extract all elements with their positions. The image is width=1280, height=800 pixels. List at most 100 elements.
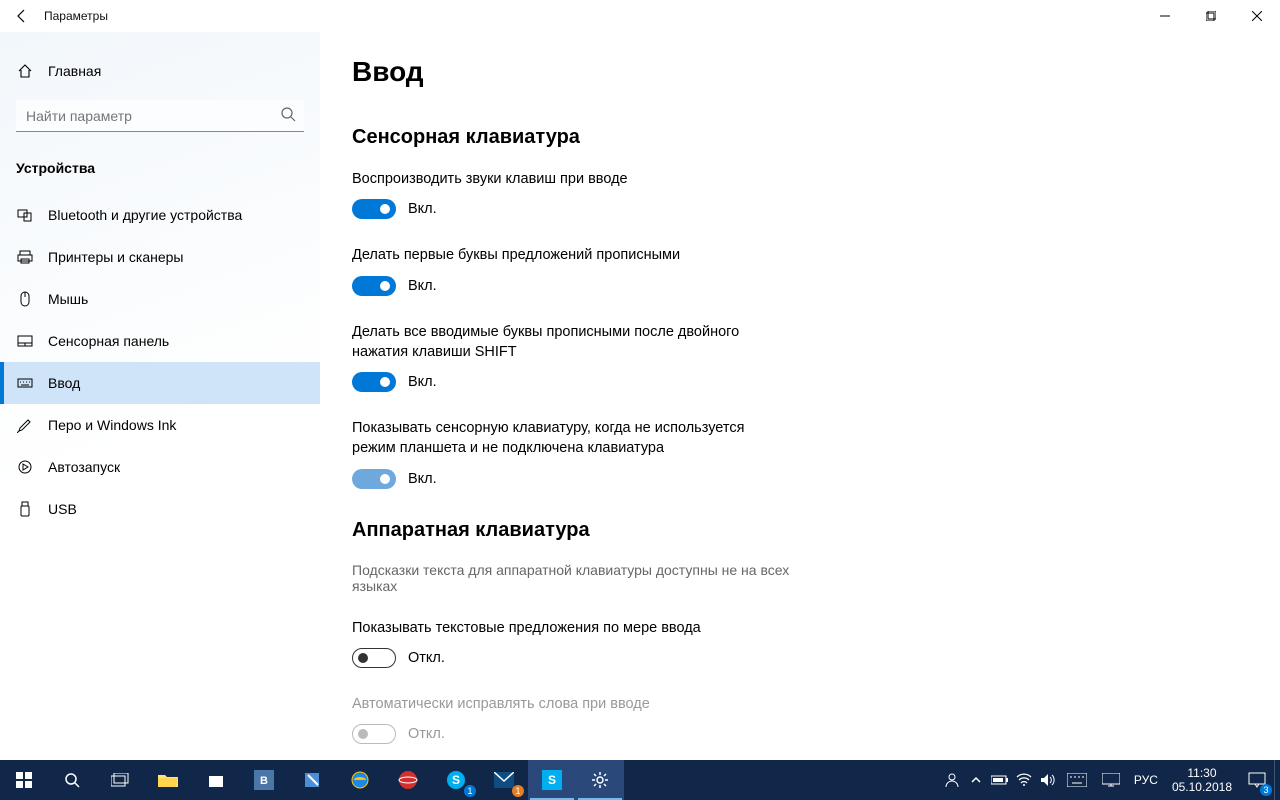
tray-project[interactable] — [1094, 760, 1128, 800]
sidebar-item-mouse[interactable]: Мышь — [0, 278, 320, 320]
skype-icon: S — [542, 770, 562, 790]
tray-touch-keyboard[interactable] — [1060, 760, 1094, 800]
mail-icon — [494, 772, 514, 788]
taskbar-app-store[interactable] — [192, 760, 240, 800]
taskbar-search-button[interactable] — [48, 760, 96, 800]
section-hardware-keyboard-title: Аппаратная клавиатура — [352, 519, 1248, 542]
search-icon — [280, 106, 296, 122]
toggle-state: Вкл. — [408, 374, 437, 390]
sidebar-item-usb[interactable]: USB — [0, 488, 320, 530]
search-input[interactable] — [16, 100, 304, 132]
sidebar-item-label: USB — [48, 501, 304, 517]
toggle-state: Вкл. — [408, 278, 437, 294]
taskbar-app-notes[interactable] — [288, 760, 336, 800]
internet-explorer-icon — [350, 770, 370, 790]
tray-battery[interactable] — [988, 760, 1012, 800]
usb-icon — [16, 500, 34, 518]
sidebar-item-label: Перо и Windows Ink — [48, 417, 304, 433]
volume-icon — [1040, 773, 1056, 787]
home-label: Главная — [48, 63, 101, 79]
tray-language[interactable]: РУС — [1128, 773, 1164, 787]
taskbar-app-settings[interactable] — [576, 760, 624, 800]
keyboard-icon — [1067, 773, 1087, 787]
close-icon — [1252, 11, 1262, 21]
printer-icon — [16, 248, 34, 266]
setting-double-shift-caps: Делать все вводимые буквы прописными пос… — [352, 322, 792, 393]
mail-badge: 1 — [512, 785, 524, 797]
sidebar: Главная Устройства Bluetooth и другие ус… — [0, 32, 320, 760]
svg-text:S: S — [452, 773, 460, 787]
tray-people[interactable] — [940, 760, 964, 800]
sidebar-item-typing[interactable]: Ввод — [0, 362, 320, 404]
taskbar-app-ie[interactable] — [336, 760, 384, 800]
toggle-double-shift-caps[interactable] — [352, 372, 396, 392]
setting-capitalize-sentence: Делать первые буквы предложений прописны… — [352, 245, 792, 295]
svg-text:B: B — [260, 775, 268, 787]
tray-wifi[interactable] — [1012, 760, 1036, 800]
windows-icon — [16, 772, 32, 788]
sidebar-item-touchpad[interactable]: Сенсорная панель — [0, 320, 320, 362]
setting-label: Делать первые буквы предложений прописны… — [352, 245, 792, 265]
sidebar-item-label: Принтеры и сканеры — [48, 249, 304, 265]
tray-action-center[interactable]: 3 — [1240, 760, 1274, 800]
toggle-capitalize-sentence[interactable] — [352, 276, 396, 296]
taskbar-app-explorer[interactable] — [144, 760, 192, 800]
toggle-text-suggestions[interactable] — [352, 648, 396, 668]
setting-text-suggestions: Показывать текстовые предложения по мере… — [352, 618, 792, 668]
toggle-state: Откл. — [408, 650, 445, 666]
gear-icon — [591, 771, 609, 789]
taskbar-app-mail[interactable]: 1 — [480, 760, 528, 800]
project-icon — [1102, 773, 1120, 787]
maximize-icon — [1206, 11, 1216, 21]
start-button[interactable] — [0, 760, 48, 800]
sidebar-item-label: Ввод — [48, 375, 304, 391]
toggle-show-touch-keyboard[interactable] — [352, 469, 396, 489]
setting-label: Делать все вводимые буквы прописными пос… — [352, 322, 792, 363]
section-hardware-hint: Подсказки текста для аппаратной клавиату… — [352, 562, 792, 594]
close-button[interactable] — [1234, 0, 1280, 32]
page-title: Ввод — [352, 56, 1248, 88]
mouse-icon — [16, 290, 34, 308]
taskbar-right: РУС 11:30 05.10.2018 3 — [940, 760, 1280, 800]
task-view-button[interactable] — [96, 760, 144, 800]
devices-icon — [16, 206, 34, 224]
notes-icon — [303, 771, 321, 789]
sidebar-item-printers[interactable]: Принтеры и сканеры — [0, 236, 320, 278]
setting-label: Показывать сенсорную клавиатуру, когда н… — [352, 418, 792, 459]
notification-badge: 3 — [1260, 784, 1272, 796]
sidebar-item-label: Bluetooth и другие устройства — [48, 207, 304, 223]
back-button[interactable] — [8, 0, 36, 32]
maximize-button[interactable] — [1188, 0, 1234, 32]
wifi-icon — [1016, 773, 1032, 787]
tray-volume[interactable] — [1036, 760, 1060, 800]
show-desktop-button[interactable] — [1274, 760, 1280, 800]
home-nav[interactable]: Главная — [0, 52, 320, 90]
minimize-button[interactable] — [1142, 0, 1188, 32]
autoplay-icon — [16, 458, 34, 476]
toggle-state: Вкл. — [408, 201, 437, 217]
svg-text:S: S — [548, 773, 556, 787]
sidebar-item-bluetooth[interactable]: Bluetooth и другие устройства — [0, 194, 320, 236]
window-title: Параметры — [44, 9, 108, 23]
taskbar-app-vk[interactable]: B — [240, 760, 288, 800]
toggle-key-sounds[interactable] — [352, 199, 396, 219]
search-box — [16, 100, 304, 132]
sidebar-item-pen[interactable]: Перо и Windows Ink — [0, 404, 320, 446]
chevron-up-icon — [970, 774, 982, 786]
keyboard-icon — [16, 374, 34, 392]
taskbar: B S 1 1 S — [0, 760, 1280, 800]
search-icon — [64, 772, 80, 788]
sidebar-item-label: Мышь — [48, 291, 304, 307]
sidebar-item-autoplay[interactable]: Автозапуск — [0, 446, 320, 488]
tray-show-hidden[interactable] — [964, 760, 988, 800]
setting-label: Автоматически исправлять слова при вводе — [352, 694, 792, 714]
taskbar-app-skype2[interactable]: S — [528, 760, 576, 800]
tray-clock[interactable]: 11:30 05.10.2018 — [1164, 766, 1240, 795]
home-icon — [16, 62, 34, 80]
sidebar-nav: Bluetooth и другие устройства Принтеры и… — [0, 194, 320, 530]
taskbar-app-skype[interactable]: S 1 — [432, 760, 480, 800]
taskbar-app-satellite[interactable] — [384, 760, 432, 800]
pen-icon — [16, 416, 34, 434]
folder-icon — [158, 772, 178, 788]
skype-badge: 1 — [464, 785, 476, 797]
